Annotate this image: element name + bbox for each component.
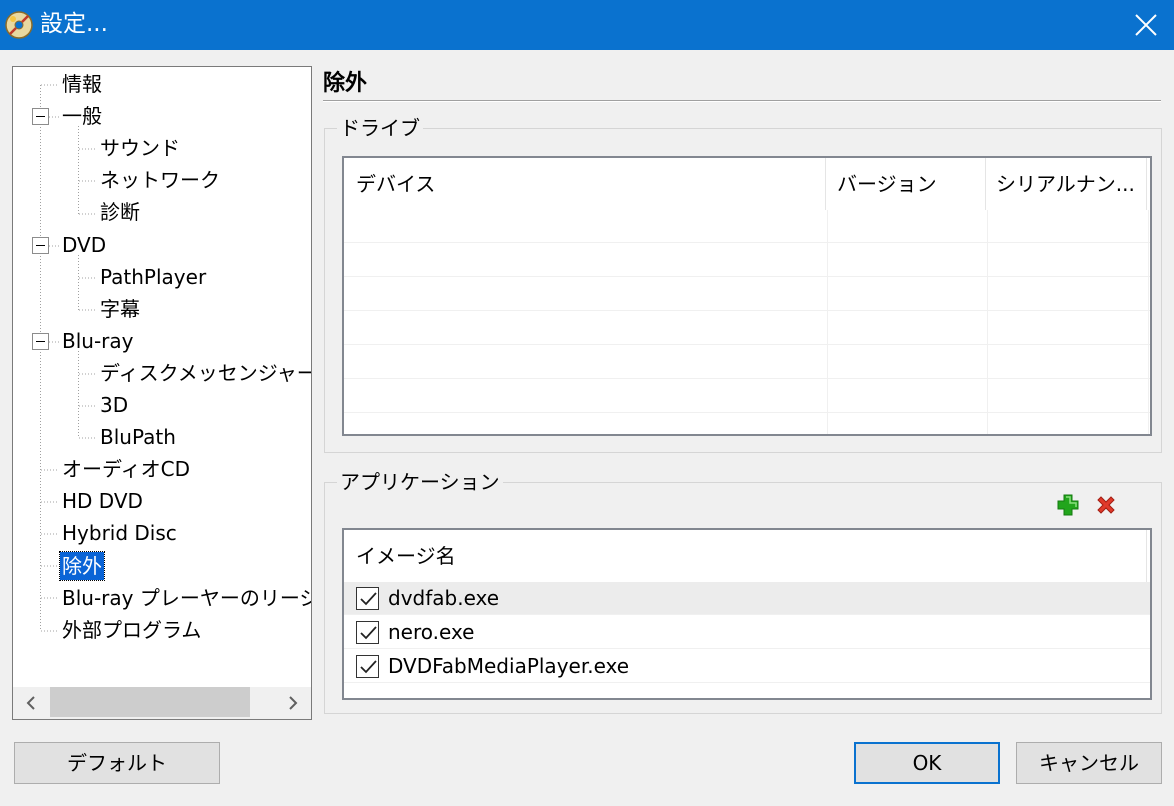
checkmark-icon bbox=[360, 660, 377, 674]
title-bar[interactable]: 設定... bbox=[0, 0, 1174, 50]
column-header-serial[interactable]: シリアルナン... bbox=[996, 158, 1135, 210]
scroll-right-button[interactable] bbox=[275, 687, 311, 719]
tree-item[interactable]: 3D bbox=[98, 391, 130, 419]
tree-item[interactable]: Blu-ray プレーヤーのリージ bbox=[60, 584, 311, 612]
column-divider[interactable] bbox=[825, 158, 826, 210]
application-row[interactable]: dvdfab.exe bbox=[344, 582, 1150, 615]
chevron-left-icon bbox=[26, 696, 35, 710]
tree-collapse-toggle[interactable] bbox=[32, 236, 49, 254]
tree-item[interactable]: 一般 bbox=[60, 102, 104, 130]
column-header-device[interactable]: デバイス bbox=[356, 158, 435, 210]
column-gridline bbox=[827, 210, 828, 434]
settings-tree[interactable]: 情報一般サウンドネットワーク 診断 DVD PathPlayer 字幕 Blu-ray ディ… bbox=[12, 66, 312, 720]
title-divider bbox=[323, 100, 1161, 102]
tree-horizontal-scrollbar[interactable] bbox=[13, 687, 311, 719]
tree-item[interactable]: ネットワーク bbox=[98, 166, 222, 194]
column-gridline bbox=[1148, 210, 1149, 434]
row-gridline bbox=[344, 242, 1150, 243]
plus-icon bbox=[1057, 494, 1079, 516]
drives-list[interactable]: デバイス バージョン シリアルナン... bbox=[342, 156, 1152, 436]
tree-collapse-toggle[interactable] bbox=[32, 108, 49, 126]
remove-application-button[interactable] bbox=[1094, 493, 1118, 517]
checkmark-icon bbox=[360, 592, 377, 606]
application-name: nero.exe bbox=[388, 620, 475, 644]
close-button[interactable] bbox=[1118, 0, 1174, 50]
tree-item[interactable]: 除外 bbox=[59, 550, 105, 581]
row-gridline bbox=[344, 344, 1150, 345]
tree-item[interactable]: サウンド bbox=[98, 134, 182, 162]
applications-list[interactable]: イメージ名 dvdfab.exe nero.exe DVDFabMediaPlaye… bbox=[342, 528, 1152, 700]
delete-icon bbox=[1097, 496, 1115, 514]
column-divider[interactable] bbox=[1146, 530, 1147, 582]
tree-item[interactable]: 外部プログラム bbox=[60, 616, 203, 644]
application-row[interactable]: DVDFabMediaPlayer.exe bbox=[344, 650, 1150, 683]
tree-item[interactable]: HD DVD bbox=[60, 487, 145, 515]
tree-item[interactable]: Hybrid Disc bbox=[60, 519, 179, 547]
default-button[interactable]: デフォルト bbox=[14, 742, 220, 784]
tree-item[interactable]: DVD bbox=[60, 231, 108, 259]
row-gridline bbox=[344, 378, 1150, 379]
cancel-button[interactable]: キャンセル bbox=[1016, 742, 1162, 784]
row-gridline bbox=[344, 412, 1150, 413]
column-header-image-name[interactable]: イメージ名 bbox=[356, 530, 456, 582]
tree-item[interactable]: PathPlayer bbox=[98, 263, 208, 291]
application-checkbox[interactable] bbox=[356, 655, 379, 678]
close-icon bbox=[1135, 14, 1157, 36]
application-checkbox[interactable] bbox=[356, 621, 379, 644]
tree-item[interactable]: ディスクメッセンジャー bbox=[98, 359, 311, 387]
drives-group-label: ドライブ bbox=[337, 114, 423, 142]
tree-item[interactable]: BluPath bbox=[98, 423, 178, 451]
column-header-version[interactable]: バージョン bbox=[837, 158, 937, 210]
app-disc-icon bbox=[4, 10, 34, 40]
applications-group-label: アプリケーション bbox=[337, 468, 503, 496]
window-title: 設定... bbox=[40, 11, 108, 37]
page-title: 除外 bbox=[323, 71, 368, 96]
scroll-left-button[interactable] bbox=[13, 687, 49, 719]
application-row[interactable]: nero.exe bbox=[344, 616, 1150, 649]
row-gridline bbox=[344, 276, 1150, 277]
ok-button[interactable]: OK bbox=[854, 742, 1000, 784]
column-divider[interactable] bbox=[1146, 158, 1147, 210]
tree-item[interactable]: 字幕 bbox=[98, 295, 142, 323]
tree-view[interactable]: 情報一般サウンドネットワーク 診断 DVD PathPlayer 字幕 Blu-ray ディ… bbox=[13, 67, 311, 687]
tree-collapse-toggle[interactable] bbox=[32, 332, 49, 350]
checkmark-icon bbox=[360, 626, 377, 640]
application-name: DVDFabMediaPlayer.exe bbox=[388, 654, 630, 678]
tree-item[interactable]: 診断 bbox=[98, 198, 142, 226]
scroll-thumb[interactable] bbox=[50, 687, 250, 717]
application-name: dvdfab.exe bbox=[388, 586, 500, 610]
add-application-button[interactable] bbox=[1056, 493, 1080, 517]
row-gridline bbox=[344, 310, 1150, 311]
column-divider[interactable] bbox=[985, 158, 986, 210]
tree-item[interactable]: オーディオCD bbox=[60, 455, 192, 483]
chevron-right-icon bbox=[289, 696, 298, 710]
column-gridline bbox=[987, 210, 988, 434]
tree-item[interactable]: 情報 bbox=[60, 70, 104, 98]
application-checkbox[interactable] bbox=[356, 587, 379, 610]
tree-item[interactable]: Blu-ray bbox=[60, 327, 135, 355]
